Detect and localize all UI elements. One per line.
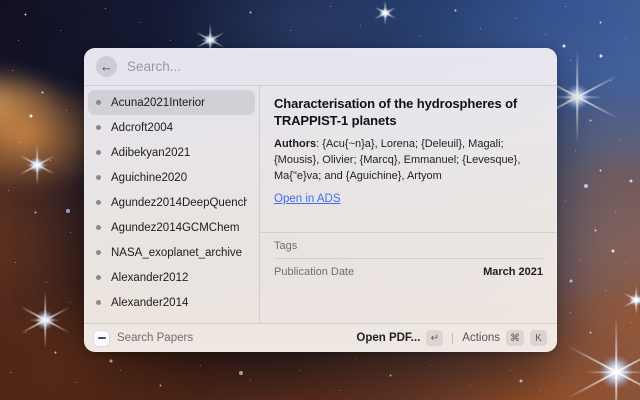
footer-bar: Search Papers Open PDF... ↵ Actions ⌘ K bbox=[84, 324, 557, 352]
list-item-label: Alexander2014 bbox=[111, 297, 188, 309]
list-item-label: Agundez2014DeepQuench bbox=[111, 197, 247, 209]
open-in-ads-link[interactable]: Open in ADS bbox=[274, 193, 340, 205]
paper-dot-icon bbox=[96, 300, 101, 305]
list-item-label: Aguichine2020 bbox=[111, 172, 187, 184]
paper-title: Characterisation of the hydrospheres of … bbox=[274, 95, 541, 129]
list-item[interactable]: NASA_exoplanet_archive bbox=[88, 240, 255, 265]
list-item-label: Agundez2014GCMChem bbox=[111, 222, 240, 234]
paper-list: Acuna2021Interior Adcroft2004 Adibekyan2… bbox=[84, 86, 259, 323]
detail-panel: Characterisation of the hydrospheres of … bbox=[260, 86, 557, 323]
list-item[interactable]: Agundez2014GCMChem bbox=[88, 215, 255, 240]
list-item-label: Adcroft2004 bbox=[111, 122, 173, 134]
paper-dot-icon bbox=[96, 225, 101, 230]
footer-app-name: Search Papers bbox=[117, 332, 193, 344]
list-item[interactable]: Acuna2021Interior bbox=[88, 90, 255, 115]
search-input[interactable] bbox=[127, 59, 545, 74]
paper-dot-icon bbox=[96, 275, 101, 280]
paper-dot-icon bbox=[96, 125, 101, 130]
footer-actions: Open PDF... ↵ Actions ⌘ K bbox=[356, 330, 547, 346]
tags-row: Tags bbox=[260, 233, 557, 258]
search-bar: ← bbox=[84, 48, 557, 85]
publication-date-label: Publication Date bbox=[274, 266, 354, 278]
list-item[interactable]: Adcroft2004 bbox=[88, 115, 255, 140]
starfield-bright bbox=[0, 0, 2, 2]
authors-label: Authors bbox=[274, 138, 316, 150]
list-item[interactable]: Alexander2012 bbox=[88, 265, 255, 290]
back-button[interactable]: ← bbox=[96, 56, 117, 77]
list-item-label: Alexander2012 bbox=[111, 272, 188, 284]
publication-date-row: Publication Date March 2021 bbox=[260, 259, 557, 284]
list-item[interactable]: Adibekyan2021 bbox=[88, 140, 255, 165]
search-papers-app-icon bbox=[94, 331, 109, 346]
actions-button[interactable]: Actions ⌘ K bbox=[462, 330, 547, 346]
metadata-section: Tags Publication Date March 2021 bbox=[260, 232, 557, 284]
back-arrow-icon: ← bbox=[100, 59, 113, 74]
list-item-label: Acuna2021Interior bbox=[111, 97, 205, 109]
list-item[interactable]: Aguichine2020 bbox=[88, 165, 255, 190]
detail-content: Characterisation of the hydrospheres of … bbox=[260, 86, 557, 207]
paper-dot-icon bbox=[96, 250, 101, 255]
list-item[interactable]: Agundez2014DeepQuench bbox=[88, 190, 255, 215]
open-pdf-button[interactable]: Open PDF... ↵ bbox=[356, 330, 443, 346]
publication-date-value: March 2021 bbox=[483, 266, 543, 278]
palette-body: Acuna2021Interior Adcroft2004 Adibekyan2… bbox=[84, 86, 557, 323]
paper-dot-icon bbox=[96, 175, 101, 180]
command-palette-window: ← Acuna2021Interior Adcroft2004 Adibekya… bbox=[84, 48, 557, 352]
list-item-label: Adibekyan2021 bbox=[111, 147, 190, 159]
actions-label: Actions bbox=[462, 332, 500, 344]
list-item[interactable]: Alexander2014 bbox=[88, 290, 255, 315]
open-pdf-label: Open PDF... bbox=[356, 332, 420, 344]
list-item-label: NASA_exoplanet_archive bbox=[111, 247, 242, 259]
footer-separator bbox=[452, 333, 453, 344]
tags-label: Tags bbox=[274, 240, 297, 252]
command-key-icon: ⌘ bbox=[506, 330, 524, 346]
paper-dot-icon bbox=[96, 100, 101, 105]
paper-dot-icon bbox=[96, 150, 101, 155]
k-key-icon: K bbox=[530, 330, 547, 346]
return-key-icon: ↵ bbox=[426, 330, 443, 346]
paper-authors: Authors: {Acu{~n}a}, Lorena; {Deleuil}, … bbox=[274, 136, 541, 184]
paper-dot-icon bbox=[96, 200, 101, 205]
